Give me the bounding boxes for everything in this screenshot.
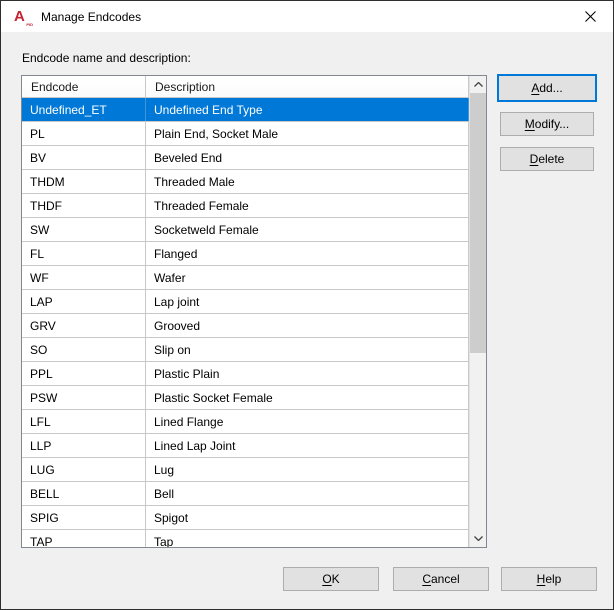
table-row[interactable]: LUGLug xyxy=(22,458,469,482)
description-cell: Plastic Plain xyxy=(146,362,469,385)
table-row[interactable]: PPLPlastic Plain xyxy=(22,362,469,386)
description-cell: Bell xyxy=(146,482,469,505)
window-title: Manage Endcodes xyxy=(41,10,141,24)
table-row[interactable]: WFWafer xyxy=(22,266,469,290)
description-cell: Tap xyxy=(146,530,469,547)
scroll-up-button[interactable] xyxy=(470,76,487,93)
endcode-cell: LAP xyxy=(22,290,146,313)
column-header-endcode[interactable]: Endcode xyxy=(22,76,146,97)
table-row[interactable]: THDFThreaded Female xyxy=(22,194,469,218)
scrollbar-thumb[interactable] xyxy=(470,93,487,353)
endcode-cell: THDM xyxy=(22,170,146,193)
description-cell: Plain End, Socket Male xyxy=(146,122,469,145)
vertical-scrollbar[interactable] xyxy=(469,76,486,547)
endcode-cell: GRV xyxy=(22,314,146,337)
endcode-cell: Undefined_ET xyxy=(22,98,146,121)
delete-button[interactable]: Delete xyxy=(500,147,594,171)
endcode-cell: PSW xyxy=(22,386,146,409)
close-icon xyxy=(585,11,596,22)
table-row[interactable]: THDMThreaded Male xyxy=(22,170,469,194)
close-button[interactable] xyxy=(568,1,613,32)
table-row[interactable]: FLFlanged xyxy=(22,242,469,266)
description-cell: Lug xyxy=(146,458,469,481)
table-row[interactable]: SWSocketweld Female xyxy=(22,218,469,242)
add-button[interactable]: Add... xyxy=(497,74,597,102)
table-header-row: Endcode Description xyxy=(22,76,469,98)
endcode-table: Endcode Description Undefined_ETUndefine… xyxy=(21,75,487,548)
description-cell: Plastic Socket Female xyxy=(146,386,469,409)
table-row[interactable]: LFLLined Flange xyxy=(22,410,469,434)
manage-endcodes-dialog: A PID Manage Endcodes Endcode name and d… xyxy=(0,0,614,610)
autocad-pid-subtext: PID xyxy=(26,22,33,27)
table-row[interactable]: GRVGrooved xyxy=(22,314,469,338)
endcode-cell: BELL xyxy=(22,482,146,505)
endcode-cell: THDF xyxy=(22,194,146,217)
endcode-table-body: Undefined_ETUndefined End TypePLPlain En… xyxy=(22,98,469,547)
description-cell: Lined Lap Joint xyxy=(146,434,469,457)
table-row[interactable]: BVBeveled End xyxy=(22,146,469,170)
endcode-cell: WF xyxy=(22,266,146,289)
endcode-cell: BV xyxy=(22,146,146,169)
description-cell: Threaded Female xyxy=(146,194,469,217)
title-bar: A PID Manage Endcodes xyxy=(1,1,613,32)
ok-button[interactable]: OK xyxy=(283,567,379,591)
endcode-cell: LFL xyxy=(22,410,146,433)
table-row[interactable]: PSWPlastic Socket Female xyxy=(22,386,469,410)
description-cell: Socketweld Female xyxy=(146,218,469,241)
table-row[interactable]: SPIGSpigot xyxy=(22,506,469,530)
endcode-cell: PL xyxy=(22,122,146,145)
autocad-a-glyph: A xyxy=(14,8,25,25)
description-cell: Lined Flange xyxy=(146,410,469,433)
endcode-cell: SO xyxy=(22,338,146,361)
table-row[interactable]: BELLBell xyxy=(22,482,469,506)
table-caption-label: Endcode name and description: xyxy=(22,51,191,65)
description-cell: Spigot xyxy=(146,506,469,529)
description-cell: Lap joint xyxy=(146,290,469,313)
column-header-description[interactable]: Description xyxy=(146,76,469,97)
description-cell: Slip on xyxy=(146,338,469,361)
description-cell: Threaded Male xyxy=(146,170,469,193)
table-row[interactable]: LLPLined Lap Joint xyxy=(22,434,469,458)
endcode-cell: PPL xyxy=(22,362,146,385)
endcode-cell: LLP xyxy=(22,434,146,457)
chevron-up-icon xyxy=(474,82,483,87)
endcode-table-content: Endcode Description Undefined_ETUndefine… xyxy=(22,76,469,547)
endcode-cell: TAP xyxy=(22,530,146,547)
table-row[interactable]: SOSlip on xyxy=(22,338,469,362)
table-row[interactable]: TAPTap xyxy=(22,530,469,547)
description-cell: Wafer xyxy=(146,266,469,289)
table-row[interactable]: PLPlain End, Socket Male xyxy=(22,122,469,146)
endcode-cell: FL xyxy=(22,242,146,265)
chevron-down-icon xyxy=(474,536,483,541)
modify-button[interactable]: Modify... xyxy=(500,112,594,136)
table-row[interactable]: LAPLap joint xyxy=(22,290,469,314)
scroll-down-button[interactable] xyxy=(470,530,487,547)
table-row[interactable]: Undefined_ETUndefined End Type xyxy=(22,98,469,122)
endcode-cell: SPIG xyxy=(22,506,146,529)
autocad-pid-icon: A PID xyxy=(14,8,32,25)
description-cell: Flanged xyxy=(146,242,469,265)
description-cell: Undefined End Type xyxy=(146,98,469,121)
endcode-cell: LUG xyxy=(22,458,146,481)
help-button[interactable]: Help xyxy=(501,567,597,591)
description-cell: Grooved xyxy=(146,314,469,337)
description-cell: Beveled End xyxy=(146,146,469,169)
cancel-button[interactable]: Cancel xyxy=(393,567,489,591)
endcode-cell: SW xyxy=(22,218,146,241)
